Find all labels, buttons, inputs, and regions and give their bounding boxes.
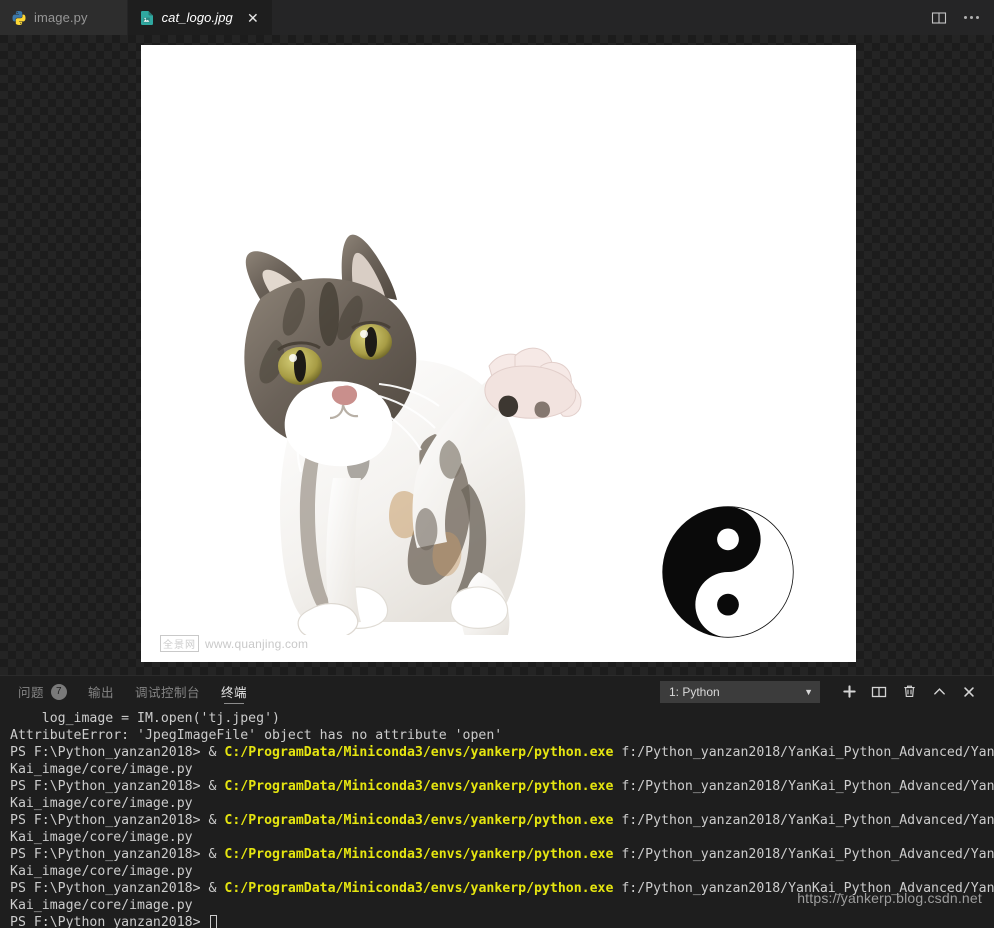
terminal-text: AttributeError: 'JpegImageFile' object h… — [10, 728, 503, 743]
terminal-text: PS F:\Python_yanzan2018> & — [10, 745, 225, 760]
image-watermark-url: www.quanjing.com — [205, 636, 309, 651]
close-panel-icon[interactable] — [954, 679, 984, 705]
terminal-text: f:/Python_yanzan2018/YanKai_Python_Advan… — [613, 813, 994, 828]
terminal-line: Kai_image/core/image.py — [10, 761, 994, 778]
panel-tab-debug-console[interactable]: 调试控制台 — [135, 676, 200, 707]
terminal-text: Kai_image/core/image.py — [10, 898, 193, 913]
terminal-text: f:/Python_yanzan2018/YanKai_Python_Advan… — [613, 779, 994, 794]
panel-tab-problems[interactable]: 问题 7 — [18, 676, 68, 707]
terminal-path-highlight: C:/ProgramData/Miniconda3/envs/yankerp/p… — [224, 813, 614, 828]
image-canvas: 全景网 www.quanjing.com — [141, 45, 856, 662]
terminal-text: Kai_image/core/image.py — [10, 796, 193, 811]
image-file-icon — [140, 10, 153, 25]
terminal-line: PS F:\Python_yanzan2018> — [10, 914, 994, 928]
terminal-line: PS F:\Python_yanzan2018> & C:/ProgramDat… — [10, 812, 994, 829]
terminal-text: PS F:\Python_yanzan2018> — [10, 915, 209, 928]
terminal-line: PS F:\Python_yanzan2018> & C:/ProgramDat… — [10, 846, 994, 863]
panel-tab-label: 问题 — [18, 686, 45, 700]
panel-tab-terminal[interactable]: 终端 — [221, 676, 247, 707]
terminal-line: Kai_image/core/image.py — [10, 829, 994, 846]
cat-photo — [244, 234, 582, 635]
terminal-path-highlight: C:/ProgramData/Miniconda3/envs/yankerp/p… — [224, 847, 614, 862]
terminal-text: PS F:\Python_yanzan2018> & — [10, 881, 225, 896]
page-watermark: https://yankerp.blog.csdn.net — [797, 890, 982, 906]
editor-tab-label: cat_logo.jpg — [161, 10, 233, 25]
image-watermark-brand: 全景网 — [160, 635, 199, 652]
split-terminal-icon[interactable] — [864, 679, 894, 705]
terminal-text: f:/Python_yanzan2018/YanKai_Python_Advan… — [613, 745, 994, 760]
terminal-text: PS F:\Python_yanzan2018> & — [10, 813, 225, 828]
panel-tab-label: 终端 — [221, 686, 248, 700]
panel-header: 问题 7 输出 调试控制台 终端 1: Python ▼ — [0, 676, 994, 707]
maximize-panel-chevron-up-icon[interactable] — [924, 679, 954, 705]
terminal-cursor — [209, 915, 217, 928]
editor-tab-cat-logo-jpg[interactable]: cat_logo.jpg ✕ — [127, 0, 273, 35]
terminal-path-highlight: C:/ProgramData/Miniconda3/envs/yankerp/p… — [224, 881, 614, 896]
image-preview-editor[interactable]: 全景网 www.quanjing.com — [0, 35, 994, 675]
editor-tab-close-icon[interactable]: ✕ — [246, 11, 260, 25]
editor-tab-image-py[interactable]: image.py ✕ — [0, 0, 128, 35]
terminal-path-highlight: C:/ProgramData/Miniconda3/envs/yankerp/p… — [224, 779, 614, 794]
panel-tab-output[interactable]: 输出 — [88, 676, 114, 707]
terminal-selector-dropdown[interactable]: 1: Python ▼ — [660, 680, 820, 703]
split-editor-icon[interactable] — [930, 9, 948, 27]
yin-yang-symbol — [662, 506, 794, 638]
terminal-text: Kai_image/core/image.py — [10, 830, 193, 845]
terminal-text: Kai_image/core/image.py — [10, 864, 193, 879]
terminal-line: Kai_image/core/image.py — [10, 863, 994, 880]
terminal-line: Kai_image/core/image.py — [10, 795, 994, 812]
terminal-text: f:/Python_yanzan2018/YanKai_Python_Advan… — [613, 847, 994, 862]
editor-tab-bar-actions — [930, 0, 994, 35]
terminal-text: Kai_image/core/image.py — [10, 762, 193, 777]
terminal-selector-value: 1: Python — [669, 684, 720, 699]
problems-count-badge: 7 — [51, 683, 68, 700]
more-actions-dots — [963, 16, 979, 19]
terminal-text: PS F:\Python_yanzan2018> & — [10, 779, 225, 794]
new-terminal-icon[interactable] — [834, 679, 864, 705]
terminal-text: PS F:\Python_yanzan2018> & — [10, 847, 225, 862]
terminal-line: AttributeError: 'JpegImageFile' object h… — [10, 727, 994, 744]
panel-tab-label: 调试控制台 — [135, 686, 201, 700]
panel-actions: 1: Python ▼ — [660, 679, 984, 705]
editor-tab-bar: image.py ✕ cat_logo.jpg ✕ — [0, 0, 994, 35]
more-actions-icon[interactable] — [962, 9, 980, 27]
panel-tab-label: 输出 — [88, 686, 115, 700]
terminal-line: PS F:\Python_yanzan2018> & C:/ProgramDat… — [10, 744, 994, 761]
python-file-icon — [12, 10, 26, 25]
terminal-path-highlight: C:/ProgramData/Miniconda3/envs/yankerp/p… — [224, 745, 614, 760]
terminal-line: log_image = IM.open('tj.jpeg') — [10, 710, 994, 727]
vscode-window: image.py ✕ cat_logo.jpg ✕ — [0, 0, 994, 928]
kill-terminal-trash-icon[interactable] — [894, 679, 924, 705]
chevron-down-icon: ▼ — [804, 686, 813, 697]
panel-tabs: 问题 7 输出 调试控制台 终端 — [18, 676, 247, 707]
editor-tab-label: image.py — [34, 10, 88, 25]
image-watermark: 全景网 www.quanjing.com — [160, 635, 308, 652]
terminal-text: log_image = IM.open('tj.jpeg') — [10, 711, 280, 726]
terminal-line: PS F:\Python_yanzan2018> & C:/ProgramDat… — [10, 778, 994, 795]
